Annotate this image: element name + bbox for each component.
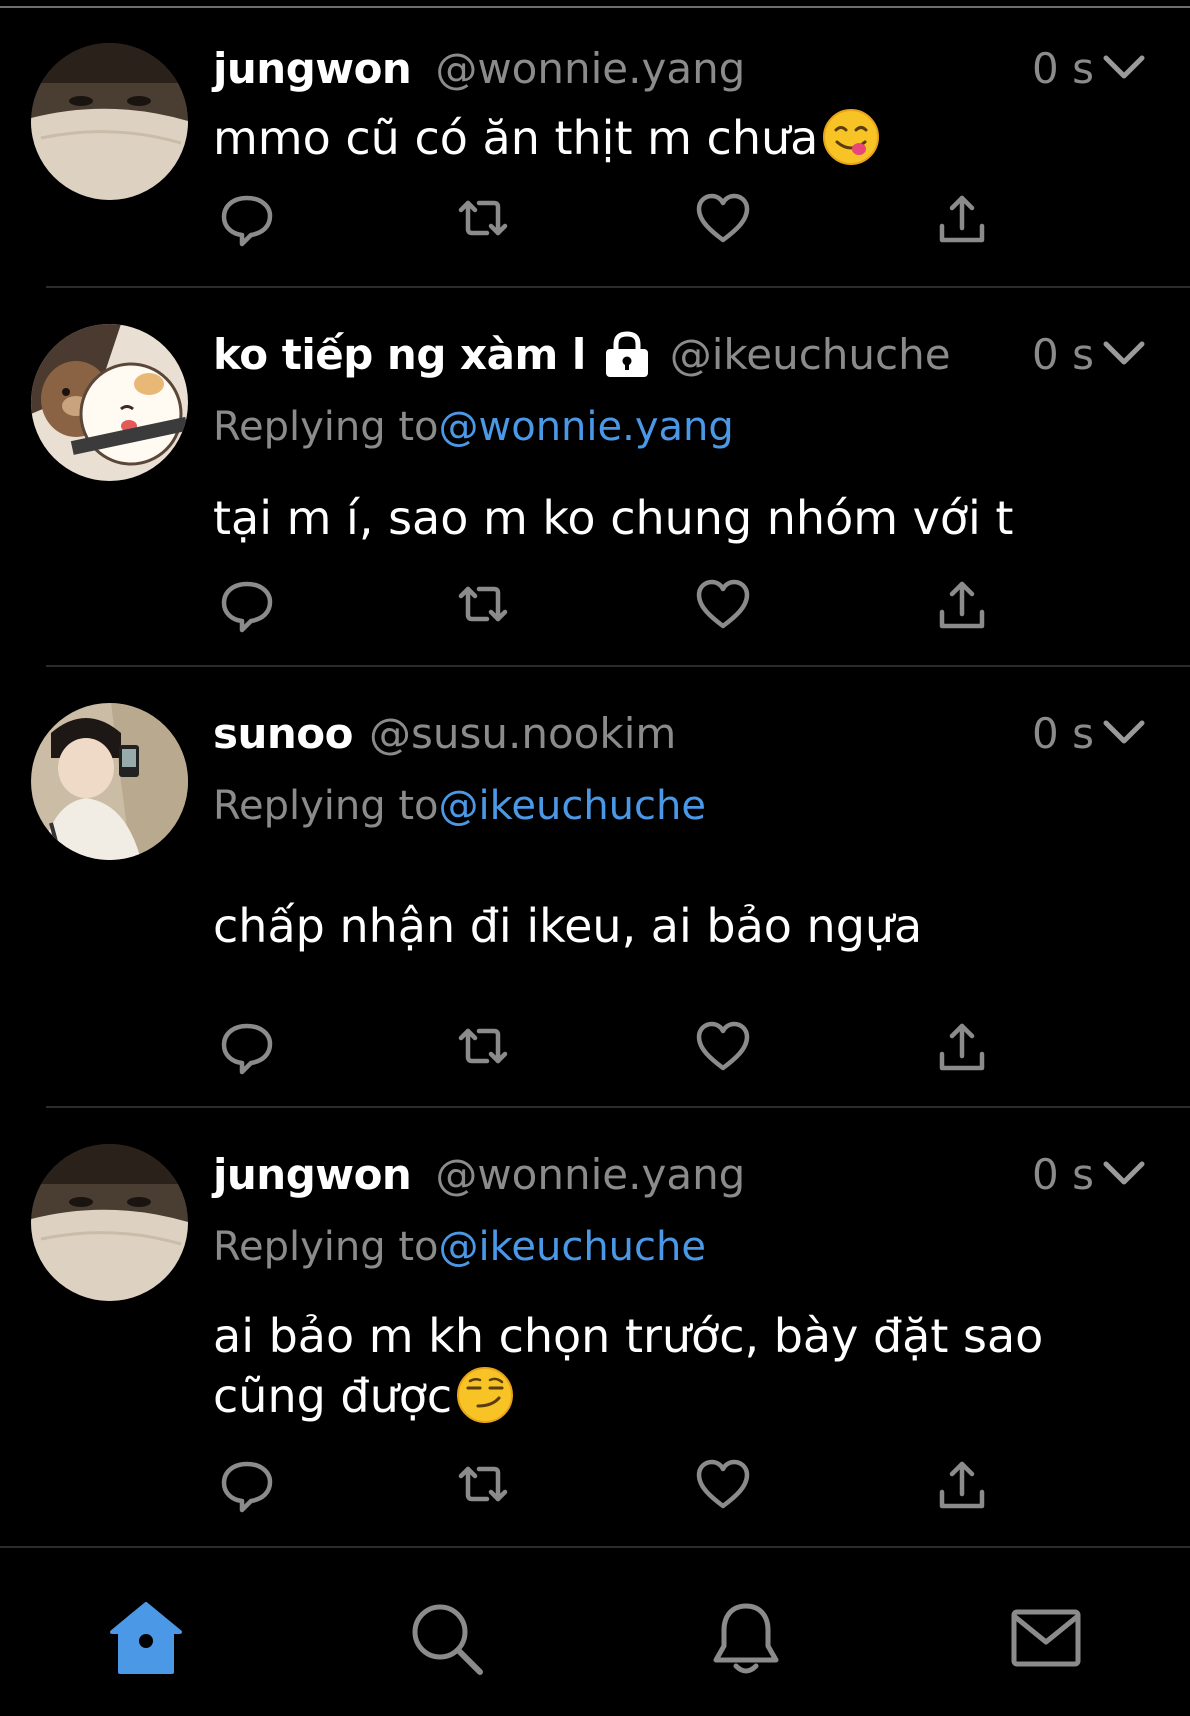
avatar[interactable] [31,703,188,860]
tweet-text: chấp nhận đi ikeu, ai bảo ngựa [213,899,923,953]
author-handle[interactable]: @wonnie.yang [435,44,745,93]
tweet-actions [213,574,1013,634]
divider [46,1106,1190,1108]
replying-to: Replying to@ikeuchuche [213,1224,706,1270]
replying-to: Replying to@ikeuchuche [213,783,706,829]
tweet-actions [213,188,1013,248]
author-handle[interactable]: @ikeuchuche [670,330,951,379]
reply-icon[interactable] [217,188,277,248]
author-name[interactable]: jungwon [213,44,412,93]
share-icon[interactable] [932,574,992,634]
search-icon[interactable] [406,1598,486,1678]
author-name[interactable]: sunoo [213,709,354,758]
reply-icon[interactable] [217,1454,277,1514]
home-icon[interactable] [106,1598,186,1678]
replying-to: Replying to@wonnie.yang [213,404,734,450]
savoring-face-emoji [823,109,880,165]
chevron-down-icon[interactable] [1102,336,1146,372]
reply-mention-link[interactable]: @wonnie.yang [439,404,734,450]
tweet-text: mmo cũ có ăn thịt m chưa [213,108,1113,168]
smirking-face-emoji [457,1367,514,1423]
retweet-icon[interactable] [453,188,513,248]
reply-mention-link[interactable]: @ikeuchuche [439,783,706,829]
divider [46,665,1190,667]
reply-mention-link[interactable]: @ikeuchuche [439,1224,706,1270]
top-border [0,0,1190,8]
timestamp: 0 s [1032,708,1094,758]
tweet-text: ai bảo m kh chọn trước, bày đặt sao cũng… [213,1309,1044,1423]
tweet-actions [213,1016,1013,1076]
avatar[interactable] [31,43,188,200]
notifications-icon[interactable] [706,1598,786,1678]
chevron-down-icon[interactable] [1102,50,1146,86]
timestamp: 0 s [1032,1149,1094,1199]
tweet-text: tại m í, sao m ko chung nhóm với t [213,491,1014,545]
author-handle[interactable]: @susu.nookim [369,709,676,758]
tweet-actions [213,1454,1013,1514]
bottom-tab-bar [0,1546,1190,1716]
like-icon[interactable] [693,1454,753,1514]
chevron-down-icon[interactable] [1102,715,1146,751]
author-name[interactable]: ko tiếp ng xàm l [213,330,586,379]
avatar[interactable] [31,324,188,481]
timestamp: 0 s [1032,329,1094,379]
share-icon[interactable] [932,1016,992,1076]
lock-icon [605,331,648,377]
timestamp: 0 s [1032,43,1094,93]
author-name[interactable]: jungwon [213,1150,412,1199]
avatar[interactable] [31,1144,188,1301]
retweet-icon[interactable] [453,1016,513,1076]
like-icon[interactable] [693,574,753,634]
share-icon[interactable] [932,1454,992,1514]
divider [46,286,1190,288]
retweet-icon[interactable] [453,1454,513,1514]
share-icon[interactable] [932,188,992,248]
like-icon[interactable] [693,1016,753,1076]
like-icon[interactable] [693,188,753,248]
reply-icon[interactable] [217,1016,277,1076]
messages-icon[interactable] [1006,1598,1086,1678]
author-handle[interactable]: @wonnie.yang [435,1150,745,1199]
chevron-down-icon[interactable] [1102,1156,1146,1192]
reply-icon[interactable] [217,574,277,634]
retweet-icon[interactable] [453,574,513,634]
